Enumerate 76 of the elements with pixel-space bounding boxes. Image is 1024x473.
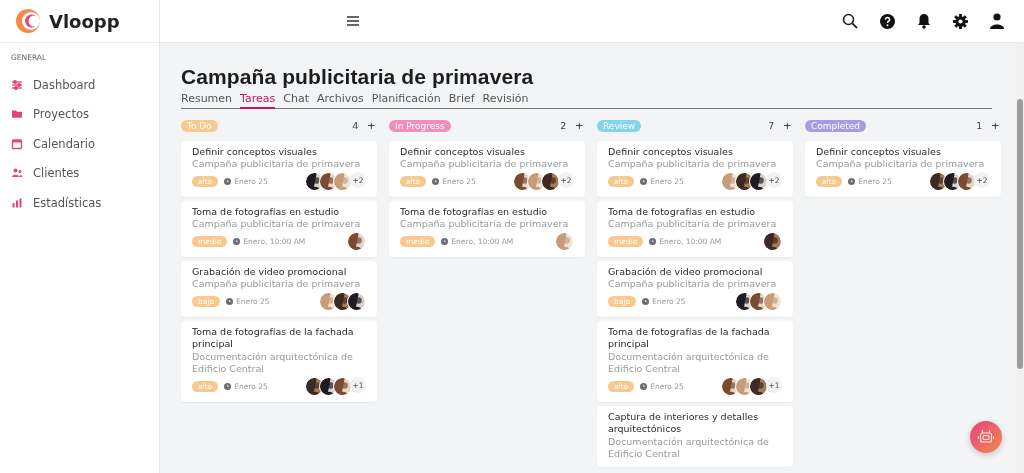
bar-chart-icon [11,196,23,209]
add-task-button[interactable]: + [989,119,1001,132]
tab[interactable]: Resumen [181,92,233,109]
task-project: Campaña publicitaria de primavera [608,218,778,231]
task-title: Toma de fotografías de la fachada principal [608,325,771,351]
sidebar-item[interactable]: Proyectos [0,99,89,129]
tab[interactable]: Archivos [316,92,364,109]
clock-icon [224,383,232,390]
settings-icon[interactable] [953,13,968,29]
task-title: Grabación de video promocional [608,265,764,278]
task-count: 1 [976,120,983,131]
calendar-icon [11,137,23,150]
task-project: Campaña publicitaria de primavera [192,218,362,231]
task-title: Definir conceptos visuales [192,145,318,158]
clock-icon [226,298,234,305]
status-badge: Completed [805,119,867,132]
task-title: Toma de fotografías en estudio [608,205,757,218]
search-icon[interactable] [842,13,858,29]
bell-icon[interactable] [917,13,931,29]
tab[interactable]: Chat [283,92,309,109]
task-project: Documentación arquitectónica de Edificio Central [608,435,770,461]
sliders-icon [11,78,23,91]
tab[interactable]: Brief [448,92,475,109]
clock-icon [224,178,232,185]
task-project: Campaña publicitaria de primavera [192,278,362,291]
task-title: Toma de fotografías de la fachada principal [192,325,355,351]
users-icon [11,167,23,180]
sidebar-item[interactable]: Estadísticas [0,188,102,218]
task-project: Campaña publicitaria de primavera [816,158,986,171]
task-card[interactable]: Captura de interiores y detalles arquitectónicos Documentación arquitectónica de Edificio Central [597,405,793,467]
status-badge: In Progress [389,119,451,132]
clock-icon [649,238,657,245]
clock-icon [432,178,440,185]
task-title: Definir conceptos visuales [400,145,526,158]
user-icon[interactable] [990,13,1004,29]
page-title: Campaña publicitaria de primavera [181,65,535,89]
folder-icon [11,108,23,121]
task-count: 4 [352,120,359,131]
clock-icon [642,298,650,305]
task-project: Campaña publicitaria de primavera [608,158,778,171]
help-icon[interactable] [880,13,895,29]
clock-icon [441,238,449,245]
brand-name: Vloopp [49,10,120,32]
task-project: Campaña publicitaria de primavera [192,158,362,171]
task-title: Captura de interiores y detalles arquitectónicos [608,410,760,436]
task-count: 7 [768,120,775,131]
task-title: Grabación de video promocional [192,265,348,278]
clock-icon [848,178,856,185]
add-task-button[interactable]: + [365,119,377,132]
status-badge: To Do [181,119,218,132]
task-project: Campaña publicitaria de primavera [608,278,778,291]
task-count: 2 [560,120,567,131]
task-project: Campaña publicitaria de primavera [400,158,570,171]
tab[interactable]: Tareas [240,92,276,109]
sidebar-item[interactable]: Dashboard [0,70,96,100]
task-project: Campaña publicitaria de primavera [400,218,570,231]
add-task-button[interactable]: + [781,119,793,132]
clock-icon [640,383,648,390]
task-title: Toma de fotografías en estudio [192,205,341,218]
task-project: Documentación arquitectónica de Edificio Central [608,350,770,376]
robot-icon [977,428,995,446]
clock-icon [233,238,241,245]
task-project: Documentación arquitectónica de Edificio Central [192,350,354,376]
task-title: Definir conceptos visuales [608,145,734,158]
menu-icon[interactable] [346,15,360,27]
tab[interactable]: Revisión [482,92,529,109]
sidebar-item[interactable]: Clientes [0,158,80,188]
status-badge: Review [597,119,642,132]
tab[interactable]: Planificación [371,92,441,109]
task-title: Toma de fotografías en estudio [400,205,549,218]
add-task-button[interactable]: + [573,119,585,132]
sidebar-item[interactable]: Calendario [0,129,95,159]
task-title: Definir conceptos visuales [816,145,942,158]
clock-icon [640,178,648,185]
scrollbar[interactable] [1016,43,1024,473]
logo-icon [16,8,40,34]
